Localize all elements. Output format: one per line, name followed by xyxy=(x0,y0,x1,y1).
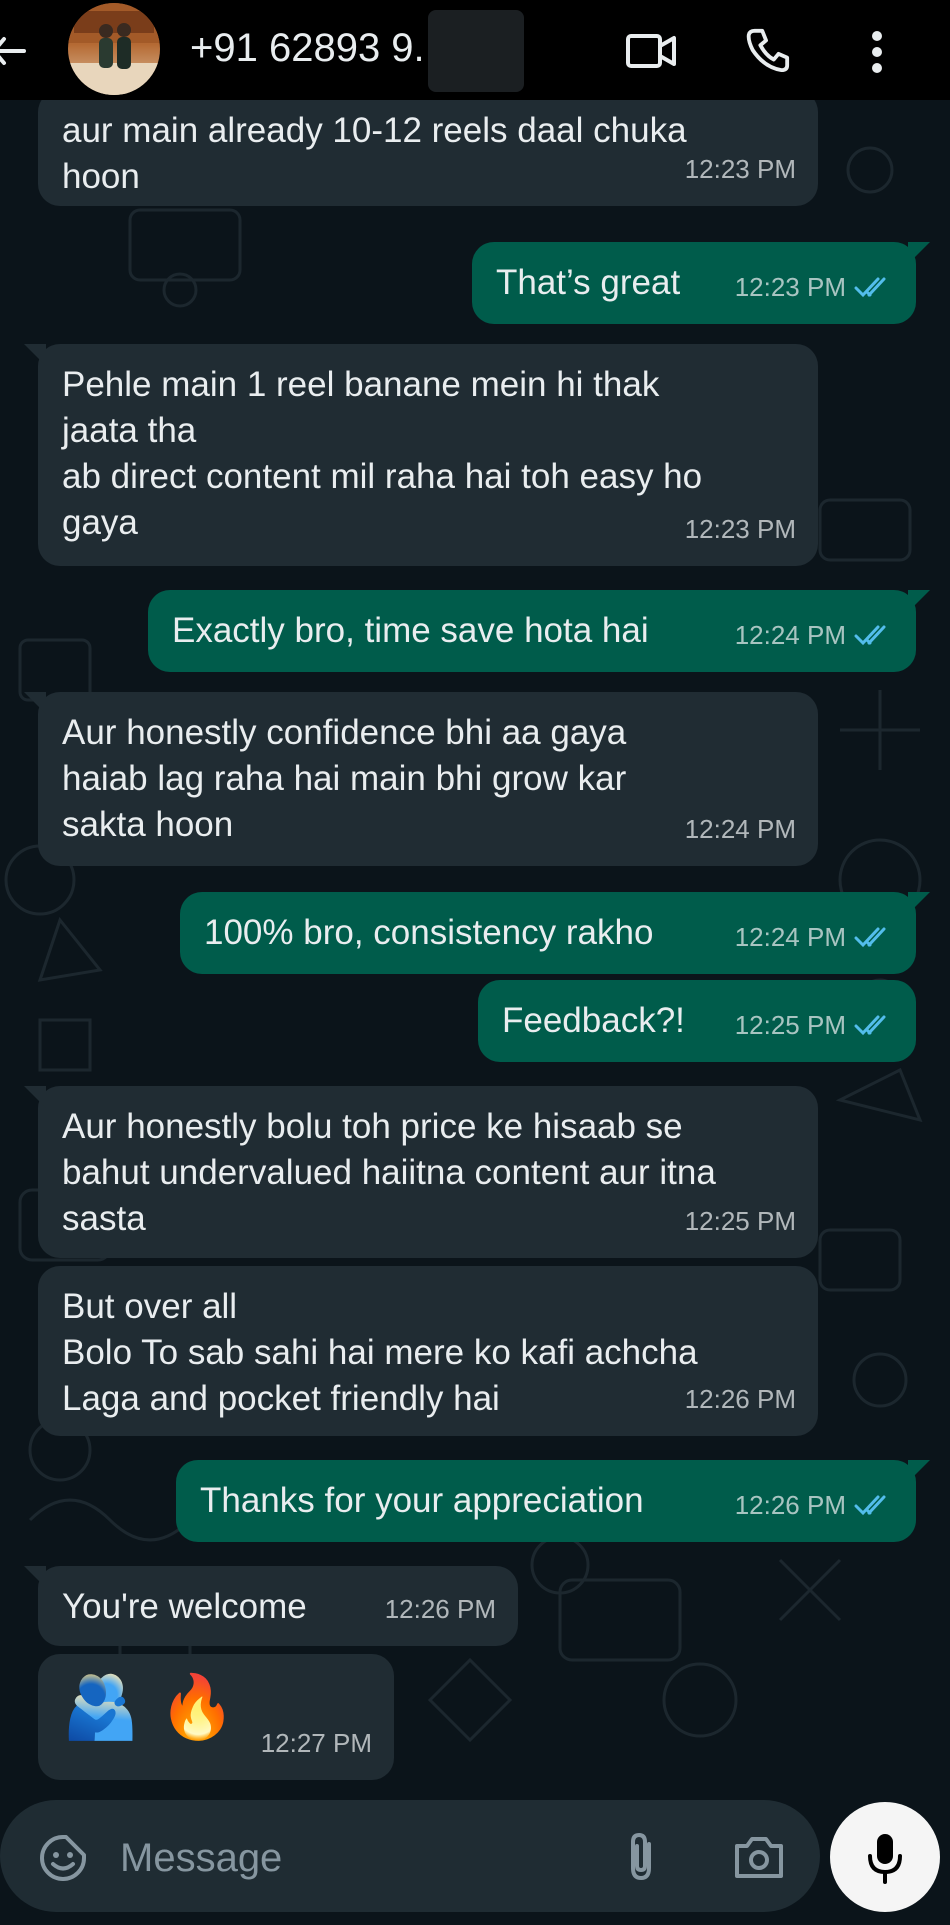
message-list: aur main already 10-12 reels daal chuka … xyxy=(0,90,950,1790)
message-incoming[interactable]: 🫂 🔥 12:27 PM xyxy=(38,1654,394,1780)
message-meta: 12:23 PM xyxy=(685,506,796,552)
message-meta: 12:26 PM xyxy=(385,1586,496,1632)
microphone-icon xyxy=(868,1834,902,1884)
read-ticks-icon xyxy=(854,927,886,948)
message-time: 12:26 PM xyxy=(684,1384,796,1414)
message-meta: 12:24 PM xyxy=(735,914,894,960)
message-outgoing[interactable]: Thanks for your appreciation 12:26 PM xyxy=(176,1460,930,1542)
message-meta: 12:24 PM xyxy=(685,806,796,852)
message-meta: 12:27 PM xyxy=(261,1720,372,1766)
video-call-icon[interactable] xyxy=(625,31,677,71)
message-incoming[interactable]: You're welcome 12:26 PM xyxy=(24,1566,518,1646)
message-incoming[interactable]: Aur honestly confidence bhi aa gaya haia… xyxy=(24,692,818,866)
read-ticks-icon xyxy=(854,1495,886,1516)
message-composer xyxy=(0,1800,820,1912)
message-time: 12:26 PM xyxy=(384,1594,496,1624)
message-time: 12:25 PM xyxy=(684,1206,796,1236)
read-ticks-icon xyxy=(854,277,886,298)
message-input[interactable] xyxy=(118,1832,602,1884)
message-meta: 12:25 PM xyxy=(735,1002,894,1048)
message-time: 12:26 PM xyxy=(734,1490,846,1520)
paperclip-icon[interactable] xyxy=(622,1830,660,1884)
message-time: 12:24 PM xyxy=(684,814,796,844)
emoji-sticker-icon[interactable] xyxy=(38,1833,88,1883)
read-ticks-icon xyxy=(854,1015,886,1036)
message-incoming[interactable]: Aur honestly bolu toh price ke hisaab se… xyxy=(24,1086,818,1258)
chat-header: +91 62893 9. xyxy=(0,0,950,100)
mic-button[interactable] xyxy=(830,1802,940,1912)
contact-name[interactable]: +91 62893 9. xyxy=(190,26,425,71)
avatar[interactable] xyxy=(68,3,160,95)
message-time: 12:24 PM xyxy=(734,922,846,952)
message-time: 12:27 PM xyxy=(260,1728,372,1758)
message-incoming[interactable]: Pehle main 1 reel banane mein hi thak ja… xyxy=(24,344,818,566)
message-time: 12:23 PM xyxy=(734,272,846,302)
message-time: 12:23 PM xyxy=(684,514,796,544)
phone-icon[interactable] xyxy=(745,26,791,74)
read-ticks-icon xyxy=(854,625,886,646)
message-outgoing[interactable]: That’s great 12:23 PM xyxy=(472,242,930,324)
message-outgoing[interactable]: Exactly bro, time save hota hai 12:24 PM xyxy=(148,590,930,672)
message-time: 12:25 PM xyxy=(734,1010,846,1040)
redaction-block xyxy=(428,10,524,92)
message-outgoing[interactable]: Feedback?! 12:25 PM xyxy=(478,980,916,1062)
message-incoming[interactable]: But over all Bolo To sab sahi hai mere k… xyxy=(38,1266,818,1436)
message-meta: 12:23 PM xyxy=(735,264,894,310)
message-meta: 12:26 PM xyxy=(685,1376,796,1422)
more-vert-icon[interactable] xyxy=(864,28,890,76)
message-meta: 12:24 PM xyxy=(735,612,894,658)
message-outgoing[interactable]: 100% bro, consistency rakho 12:24 PM xyxy=(180,892,930,974)
message-meta: 12:26 PM xyxy=(735,1482,894,1528)
message-meta: 12:25 PM xyxy=(685,1198,796,1244)
back-arrow-icon[interactable] xyxy=(0,34,28,68)
message-meta: 12:23 PM xyxy=(685,146,796,192)
message-time: 12:23 PM xyxy=(684,154,796,184)
message-incoming[interactable]: aur main already 10-12 reels daal chuka … xyxy=(38,90,818,206)
message-time: 12:24 PM xyxy=(734,620,846,650)
camera-icon[interactable] xyxy=(733,1834,785,1880)
